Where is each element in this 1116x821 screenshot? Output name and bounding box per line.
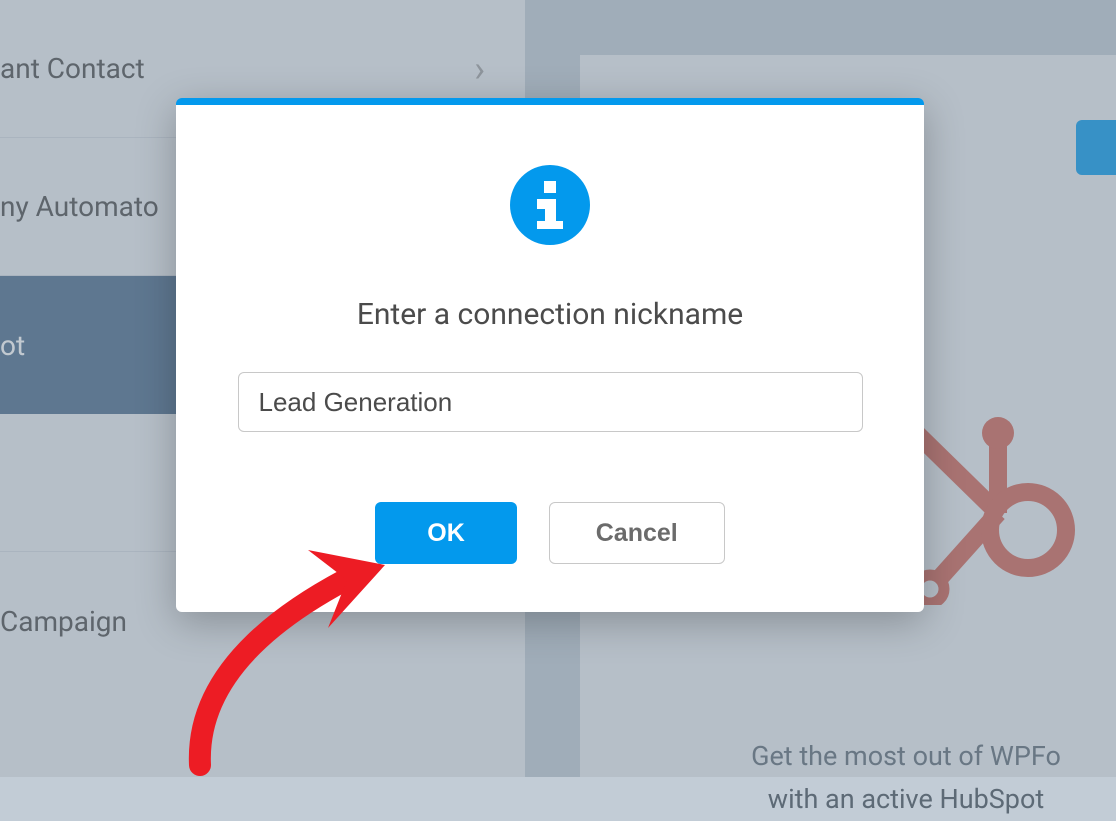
ok-button[interactable]: OK — [375, 502, 517, 564]
connection-nickname-modal: Enter a connection nickname OK Cancel — [176, 98, 924, 612]
connection-nickname-input[interactable] — [238, 372, 863, 432]
modal-title: Enter a connection nickname — [357, 297, 743, 332]
info-icon — [510, 165, 590, 245]
info-text-line2: with an active HubSpot — [696, 778, 1116, 821]
modal-buttons: OK Cancel — [375, 502, 724, 564]
cancel-button[interactable]: Cancel — [549, 502, 725, 564]
